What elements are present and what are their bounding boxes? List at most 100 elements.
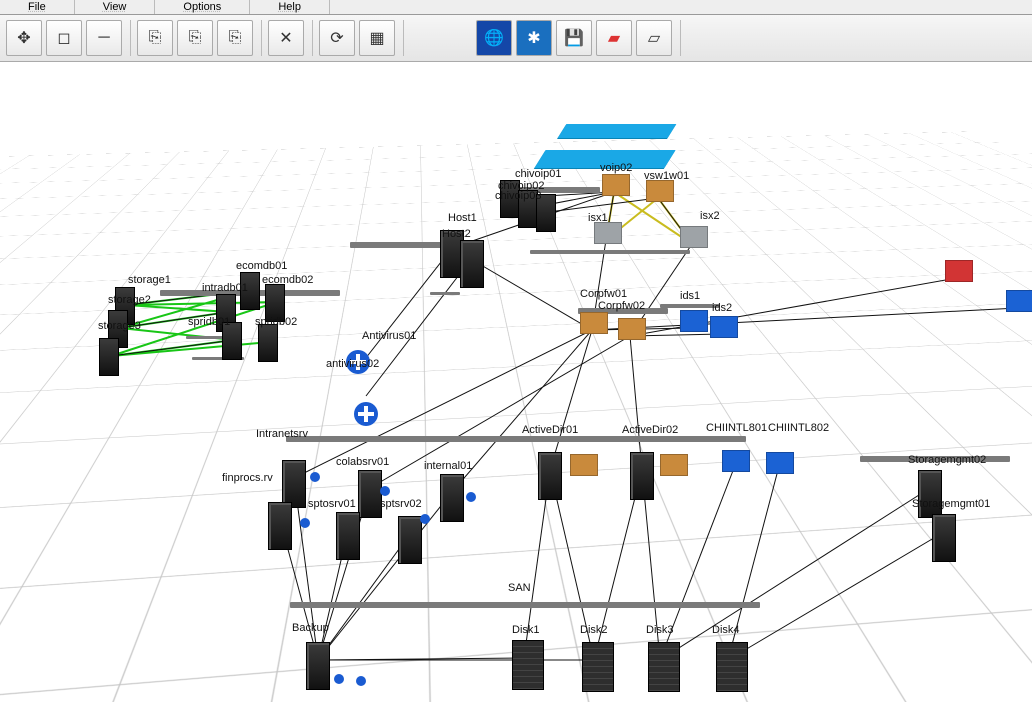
label-ids1: ids1 xyxy=(680,290,700,302)
node-red1[interactable] xyxy=(945,260,973,282)
label-voip02: voip02 xyxy=(600,162,632,174)
node-corpfw01[interactable] xyxy=(580,312,608,334)
node-isx2[interactable] xyxy=(680,226,708,248)
node-backup[interactable] xyxy=(306,642,330,690)
label-corpfw02: Corpfw02 xyxy=(598,300,645,312)
menu-view[interactable]: View xyxy=(75,0,156,14)
tool-link[interactable]: ─ xyxy=(86,20,122,56)
status-dot xyxy=(380,486,390,496)
status-dot xyxy=(310,472,320,482)
label-finprocsrv: finprocs.rv xyxy=(222,472,273,484)
node-storage3[interactable] xyxy=(99,338,119,376)
node-disk1[interactable] xyxy=(512,640,544,690)
status-dot xyxy=(300,518,310,528)
node-activedir02[interactable] xyxy=(630,452,654,500)
label-antivirus01: Antivirus01 xyxy=(362,330,416,342)
menu-bar: File View Options Help xyxy=(0,0,1032,15)
label-disk1: Disk1 xyxy=(512,624,540,636)
tool-select[interactable]: ◻ xyxy=(46,20,82,56)
status-dot xyxy=(466,492,476,502)
node-ad_rack1[interactable] xyxy=(570,454,598,476)
tool-refresh[interactable]: ⟳ xyxy=(319,20,355,56)
menu-help[interactable]: Help xyxy=(250,0,330,14)
tool-copy2[interactable]: ⎘ xyxy=(177,20,213,56)
label-spridb01: spridb01 xyxy=(188,316,230,328)
node-corpfw02[interactable] xyxy=(618,318,646,340)
tool-delete[interactable]: ✕ xyxy=(268,20,304,56)
palette-save-icon[interactable]: 💾 xyxy=(556,20,592,56)
node-vsw01[interactable] xyxy=(646,180,674,202)
node-sptosrv02[interactable] xyxy=(398,516,422,564)
label-intranetsrv: Intranetsrv xyxy=(256,428,308,440)
label-sptosrv02: sptsrv02 xyxy=(380,498,422,510)
label-disk4: Disk4 xyxy=(712,624,740,636)
label-activedir02: ActiveDir02 xyxy=(622,424,678,436)
tool-grid[interactable]: ▦ xyxy=(359,20,395,56)
node-disk3[interactable] xyxy=(648,642,680,692)
palette-red-plane[interactable]: ▰ xyxy=(596,20,632,56)
node-blue1[interactable] xyxy=(1006,290,1032,312)
rack-bar xyxy=(660,304,720,308)
palette-globe-icon[interactable]: 🌐 xyxy=(476,20,512,56)
tool-paste[interactable]: ⎘ xyxy=(217,20,253,56)
label-ids2: ids2 xyxy=(712,302,732,314)
node-sptosrv01[interactable] xyxy=(336,512,360,560)
label-isx1: isx1 xyxy=(588,212,608,224)
toolbar: ✥ ◻ ─ ⎘ ⎘ ⎘ ✕ ⟳ ▦ 🌐 ✱ 💾 ▰ ▱ xyxy=(0,15,1032,62)
node-intranetsrv[interactable] xyxy=(282,460,306,508)
label-disk3: Disk3 xyxy=(646,624,674,636)
label-corpfw01: Corpfw01 xyxy=(580,288,627,300)
status-dot xyxy=(356,676,366,686)
node-chiintl802[interactable] xyxy=(766,452,794,474)
palette-white-plane[interactable]: ▱ xyxy=(636,20,672,56)
node-isx1[interactable] xyxy=(594,222,622,244)
label-chivoip01: chivoip01 xyxy=(515,168,561,180)
rack-bar xyxy=(290,602,760,608)
node-ad_rack2[interactable] xyxy=(660,454,688,476)
label-storage3: storage3 xyxy=(98,320,141,332)
node-ids2[interactable] xyxy=(710,316,738,338)
label-storagemgmt02: Storagemgmt02 xyxy=(908,454,986,466)
label-chiintl802: CHIINTL802 xyxy=(768,422,829,434)
node-storagemgmt02[interactable] xyxy=(918,470,942,518)
label-storage1: storage1 xyxy=(128,274,171,286)
node-colabsrv01[interactable] xyxy=(358,470,382,518)
network-scene[interactable]: storage1 storage2 storage3 ecomdb01 ecomdb02… xyxy=(0,62,1032,702)
label-storagemgmt01: Storagemgmt01 xyxy=(912,498,990,510)
rack-bar xyxy=(430,292,460,295)
label-colabsrv01: colabsrv01 xyxy=(336,456,389,468)
label-sptosrv01: sptosrv01 xyxy=(308,498,356,510)
label-isx2: isx2 xyxy=(700,210,720,222)
label-storage2: storage2 xyxy=(108,294,151,306)
label-backup: Backup xyxy=(292,622,329,634)
node-disk4[interactable] xyxy=(716,642,748,692)
node-finprocsrv[interactable] xyxy=(268,502,292,550)
status-dot xyxy=(420,514,430,524)
label-antivirus02: antivirus02 xyxy=(326,358,379,370)
tool-copy[interactable]: ⎘ xyxy=(137,20,173,56)
node-disk2[interactable] xyxy=(582,642,614,692)
label-activedir01: ActiveDir01 xyxy=(522,424,578,436)
node-activedir01[interactable] xyxy=(538,452,562,500)
label-spridb02: spridb02 xyxy=(255,316,297,328)
node-storagemgmt01[interactable] xyxy=(932,514,956,562)
label-ecomdb01: ecomdb01 xyxy=(236,260,287,272)
menu-options[interactable]: Options xyxy=(155,0,250,14)
rack-bar xyxy=(286,436,746,442)
node-internal01[interactable] xyxy=(440,474,464,522)
tool-move[interactable]: ✥ xyxy=(6,20,42,56)
status-dot xyxy=(334,674,344,684)
node-chiintl801[interactable] xyxy=(722,450,750,472)
label-ecomdb02: ecomdb02 xyxy=(262,274,313,286)
node-antivirus02[interactable] xyxy=(354,402,378,426)
menu-file[interactable]: File xyxy=(0,0,75,14)
node-voip02[interactable] xyxy=(602,174,630,196)
node-ids1[interactable] xyxy=(680,310,708,332)
node-spridb02[interactable] xyxy=(258,324,278,362)
palette-router-icon[interactable]: ✱ xyxy=(516,20,552,56)
label-chivoip03: chivoip03 xyxy=(495,190,541,202)
platform xyxy=(558,124,677,138)
node-host2[interactable] xyxy=(460,240,484,288)
label-intradb01: intradb01 xyxy=(202,282,248,294)
label-host1: Host1 xyxy=(448,212,477,224)
